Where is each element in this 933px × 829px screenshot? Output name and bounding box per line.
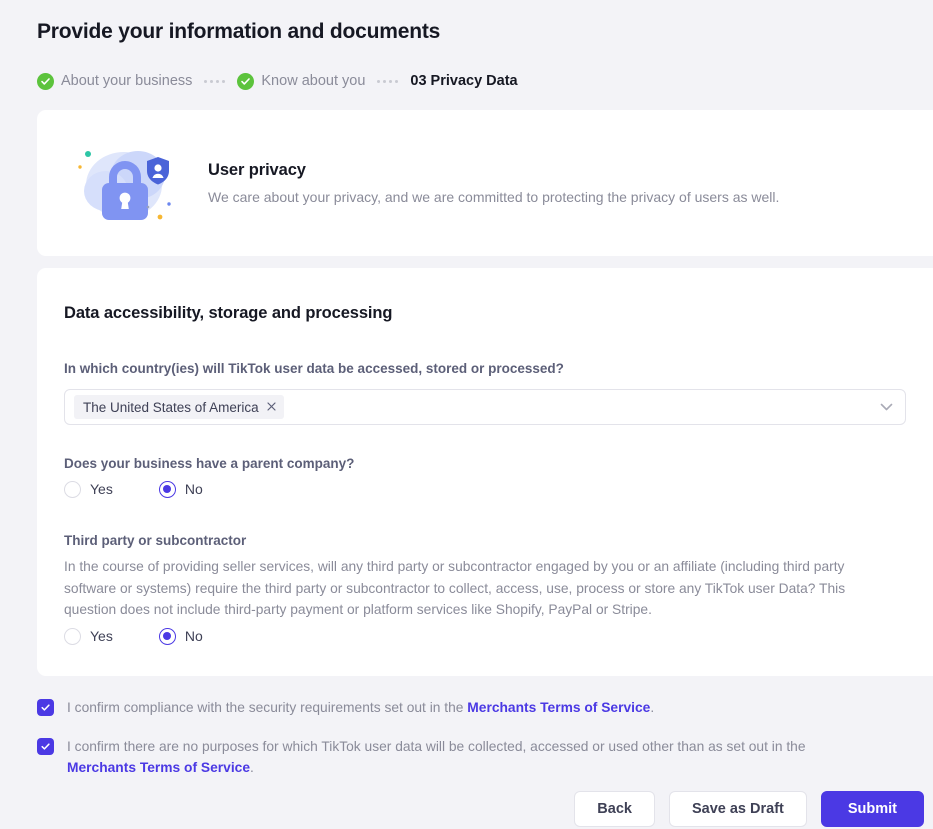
close-icon[interactable] xyxy=(266,401,276,413)
parent-company-radio-group: Yes No xyxy=(64,477,203,501)
third-party-question-body: In the course of providing seller servic… xyxy=(64,559,846,617)
save-as-draft-button[interactable]: Save as Draft xyxy=(668,791,807,827)
radio-icon xyxy=(64,480,81,498)
country-question-label: In which country(ies) will TikTok user d… xyxy=(64,361,564,376)
confirmation-text-before: I confirm compliance with the security r… xyxy=(67,700,468,715)
third-party-radio-group: Yes No xyxy=(64,624,203,648)
country-tag[interactable]: The United States of America xyxy=(74,395,284,419)
privacy-card-subtitle: We care about your privacy, and we are c… xyxy=(208,189,780,205)
data-accessibility-card: Data accessibility, storage and processi… xyxy=(37,268,933,676)
step-privacy-data[interactable]: 03 Privacy Data xyxy=(410,73,517,89)
radio-label: Yes xyxy=(90,481,113,497)
radio-icon xyxy=(64,627,81,645)
page-title: Provide your information and documents xyxy=(37,20,441,43)
checkbox-checked-icon[interactable] xyxy=(37,699,54,716)
confirmation-text: I confirm compliance with the security r… xyxy=(67,697,654,718)
lock-shield-illustration xyxy=(72,133,184,233)
checkbox-checked-icon[interactable] xyxy=(37,738,54,755)
step-connector-dots xyxy=(377,79,399,83)
third-party-radio-yes[interactable]: Yes xyxy=(64,627,113,645)
back-button[interactable]: Back xyxy=(574,791,655,827)
parent-company-radio-no[interactable]: No xyxy=(158,480,203,498)
radio-selected-icon xyxy=(158,627,176,645)
confirmation-text-before: I confirm there are no purposes for whic… xyxy=(67,739,806,754)
step-connector-dots xyxy=(204,79,226,83)
confirmation-text-after: . xyxy=(650,700,655,715)
merchants-terms-of-service-link[interactable]: Merchants Terms of Service xyxy=(467,700,650,715)
confirmation-row-purposes: I confirm there are no purposes for whic… xyxy=(37,736,877,778)
step-breadcrumb: About your business Know about you 03 Pr… xyxy=(37,70,518,92)
step-label: 03 Privacy Data xyxy=(410,73,518,89)
radio-selected-icon xyxy=(158,480,176,498)
parent-company-question-label: Does your business have a parent company… xyxy=(64,456,355,471)
country-tag-label: The United States of America xyxy=(83,399,259,415)
check-circle-icon xyxy=(237,72,255,90)
radio-label: No xyxy=(184,481,203,497)
parent-company-radio-yes[interactable]: Yes xyxy=(64,480,113,498)
radio-label: Yes xyxy=(90,628,113,644)
check-circle-icon xyxy=(37,72,54,90)
step-about-your-business[interactable]: About your business xyxy=(37,72,193,90)
step-know-about-you[interactable]: Know about you xyxy=(237,72,366,90)
confirmation-text-after: . xyxy=(250,760,254,775)
third-party-question-title: Third party or subcontractor xyxy=(64,533,247,548)
radio-label: No xyxy=(184,628,203,644)
privacy-data-form-page: Provide your information and documents A… xyxy=(0,0,933,829)
user-privacy-card: User privacy We care about your privacy,… xyxy=(37,110,933,256)
privacy-card-title: User privacy xyxy=(208,161,306,179)
submit-button[interactable]: Submit xyxy=(820,791,924,827)
form-action-buttons: Back Save as Draft Submit xyxy=(574,791,924,827)
step-label: About your business xyxy=(61,73,193,89)
third-party-radio-no[interactable]: No xyxy=(158,627,203,645)
country-multiselect[interactable]: The United States of America xyxy=(64,389,906,425)
confirmation-text: I confirm there are no purposes for whic… xyxy=(67,736,877,778)
chevron-down-icon[interactable] xyxy=(880,398,893,416)
section-title: Data accessibility, storage and processi… xyxy=(64,304,393,322)
merchants-terms-of-service-link[interactable]: Merchants Terms of Service xyxy=(67,760,250,775)
confirmation-row-security: I confirm compliance with the security r… xyxy=(37,697,897,718)
step-label: Know about you xyxy=(261,73,366,89)
